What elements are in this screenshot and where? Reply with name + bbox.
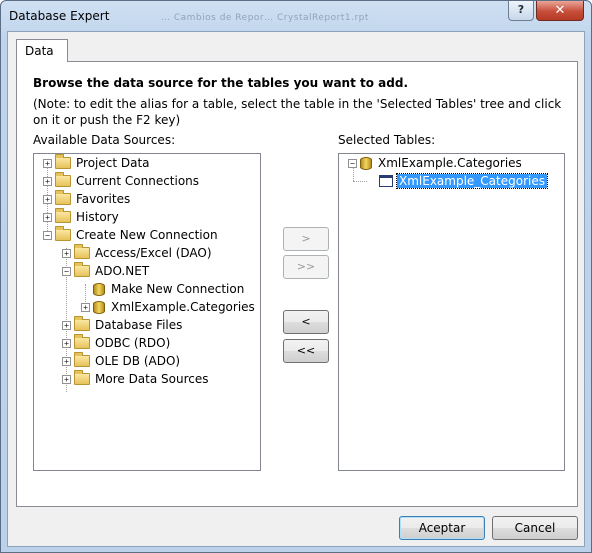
- folder-icon: [74, 334, 90, 349]
- expand-icon[interactable]: +: [62, 248, 71, 258]
- tree-node-label: Access/Excel (DAO): [95, 246, 212, 260]
- folder-icon: [55, 190, 71, 205]
- help-button[interactable]: ?: [508, 1, 534, 21]
- tree-node-label: ODBC (RDO): [95, 336, 171, 350]
- tree-node-label: Project Data: [76, 156, 150, 170]
- tree-node-label: History: [76, 210, 119, 224]
- expand-icon[interactable]: +: [62, 374, 71, 384]
- tree-node-create-new-connection[interactable]: − Create New Connection: [43, 226, 220, 244]
- selected-node-xmlexample-categories-table[interactable]: XmlExample_Categories: [379, 172, 548, 190]
- tree-node-database-files[interactable]: + Database Files: [62, 316, 184, 334]
- tree-node-access-excel-dao[interactable]: + Access/Excel (DAO): [62, 244, 214, 262]
- remove-table-button[interactable]: <: [283, 310, 329, 334]
- expand-icon[interactable]: +: [62, 356, 71, 366]
- folder-icon: [74, 370, 90, 385]
- expand-icon[interactable]: +: [43, 176, 52, 186]
- remove-all-tables-button[interactable]: <<: [283, 339, 329, 363]
- background-window-title: … Cambios de Repor… CrystalReport1.rpt: [161, 13, 369, 23]
- tree-node-more-data-sources[interactable]: + More Data Sources: [62, 370, 211, 388]
- tree-node-label: Database Files: [95, 318, 183, 332]
- instructions-heading: Browse the data source for the tables yo…: [33, 76, 408, 90]
- tree-node-label: OLE DB (ADO): [95, 354, 181, 368]
- tab-data[interactable]: Data: [16, 39, 68, 62]
- tab-panel-data: Browse the data source for the tables yo…: [16, 61, 578, 507]
- add-table-button[interactable]: >: [283, 227, 329, 251]
- tree-node-ado-net[interactable]: − ADO.NET: [62, 262, 151, 280]
- tree-node-favorites[interactable]: + Favorites: [43, 190, 132, 208]
- folder-icon: [74, 244, 90, 259]
- window-title: Database Expert: [9, 9, 110, 23]
- expand-icon[interactable]: +: [43, 212, 52, 222]
- tree-node-project-data[interactable]: + Project Data: [43, 154, 152, 172]
- tree-node-odbc-rdo[interactable]: + ODBC (RDO): [62, 334, 172, 352]
- tree-node-label: Current Connections: [76, 174, 200, 188]
- tree-node-label[interactable]: XmlExample_Categories: [396, 173, 548, 189]
- available-data-sources-tree[interactable]: + Project Data + Current Connections + F…: [33, 153, 261, 471]
- expand-icon[interactable]: +: [43, 194, 52, 204]
- database-expert-window: Database Expert … Cambios de Repor… Crys…: [0, 0, 592, 553]
- title-bar[interactable]: Database Expert … Cambios de Repor… Crys…: [1, 1, 591, 31]
- dialog-body: Data Browse the data source for the tabl…: [7, 31, 585, 547]
- folder-icon: [74, 316, 90, 331]
- tree-node-label: More Data Sources: [95, 372, 209, 386]
- add-all-tables-button[interactable]: >>: [283, 255, 329, 279]
- folder-icon: [55, 226, 71, 241]
- expand-icon[interactable]: +: [81, 302, 90, 312]
- folder-icon: [55, 208, 71, 223]
- expand-icon[interactable]: +: [62, 320, 71, 330]
- database-icon: [93, 282, 105, 296]
- tree-node-label: XmlExample.Categories: [111, 300, 255, 314]
- selected-tables-tree[interactable]: − XmlExample.Categories XmlExample_Categ…: [338, 153, 565, 471]
- expand-icon[interactable]: +: [43, 158, 52, 168]
- tree-node-make-new-connection[interactable]: Make New Connection: [81, 280, 246, 298]
- database-icon: [93, 300, 105, 314]
- collapse-icon[interactable]: −: [348, 158, 357, 168]
- folder-icon: [74, 352, 90, 367]
- tree-node-current-connections[interactable]: + Current Connections: [43, 172, 201, 190]
- instructions-note: (Note: to edit the alias for a table, se…: [33, 97, 562, 127]
- selected-tables-label: Selected Tables:: [338, 133, 436, 147]
- accept-button[interactable]: Aceptar: [399, 516, 485, 540]
- folder-icon: [55, 154, 71, 169]
- tree-node-label: ADO.NET: [95, 264, 150, 278]
- cancel-button[interactable]: Cancel: [492, 516, 578, 540]
- tree-node-label: Create New Connection: [76, 228, 218, 242]
- tree-node-xmlexample-categories[interactable]: + XmlExample.Categories: [81, 298, 257, 316]
- tree-node-history[interactable]: + History: [43, 208, 121, 226]
- available-data-sources-label: Available Data Sources:: [33, 133, 176, 147]
- close-button[interactable]: ✕: [536, 1, 584, 21]
- folder-icon: [74, 262, 90, 277]
- tree-line: [353, 181, 367, 182]
- table-icon: [379, 175, 393, 187]
- tree-node-label: Make New Connection: [111, 282, 245, 296]
- database-icon: [360, 156, 372, 170]
- folder-icon: [55, 172, 71, 187]
- collapse-icon[interactable]: −: [43, 230, 52, 240]
- collapse-icon[interactable]: −: [62, 266, 71, 276]
- selected-node-xmlexample-categories[interactable]: − XmlExample.Categories: [348, 154, 524, 172]
- expand-icon[interactable]: +: [62, 338, 71, 348]
- tree-node-ole-db-ado[interactable]: + OLE DB (ADO): [62, 352, 182, 370]
- tree-node-label: Favorites: [76, 192, 131, 206]
- tree-node-label: XmlExample.Categories: [378, 156, 522, 170]
